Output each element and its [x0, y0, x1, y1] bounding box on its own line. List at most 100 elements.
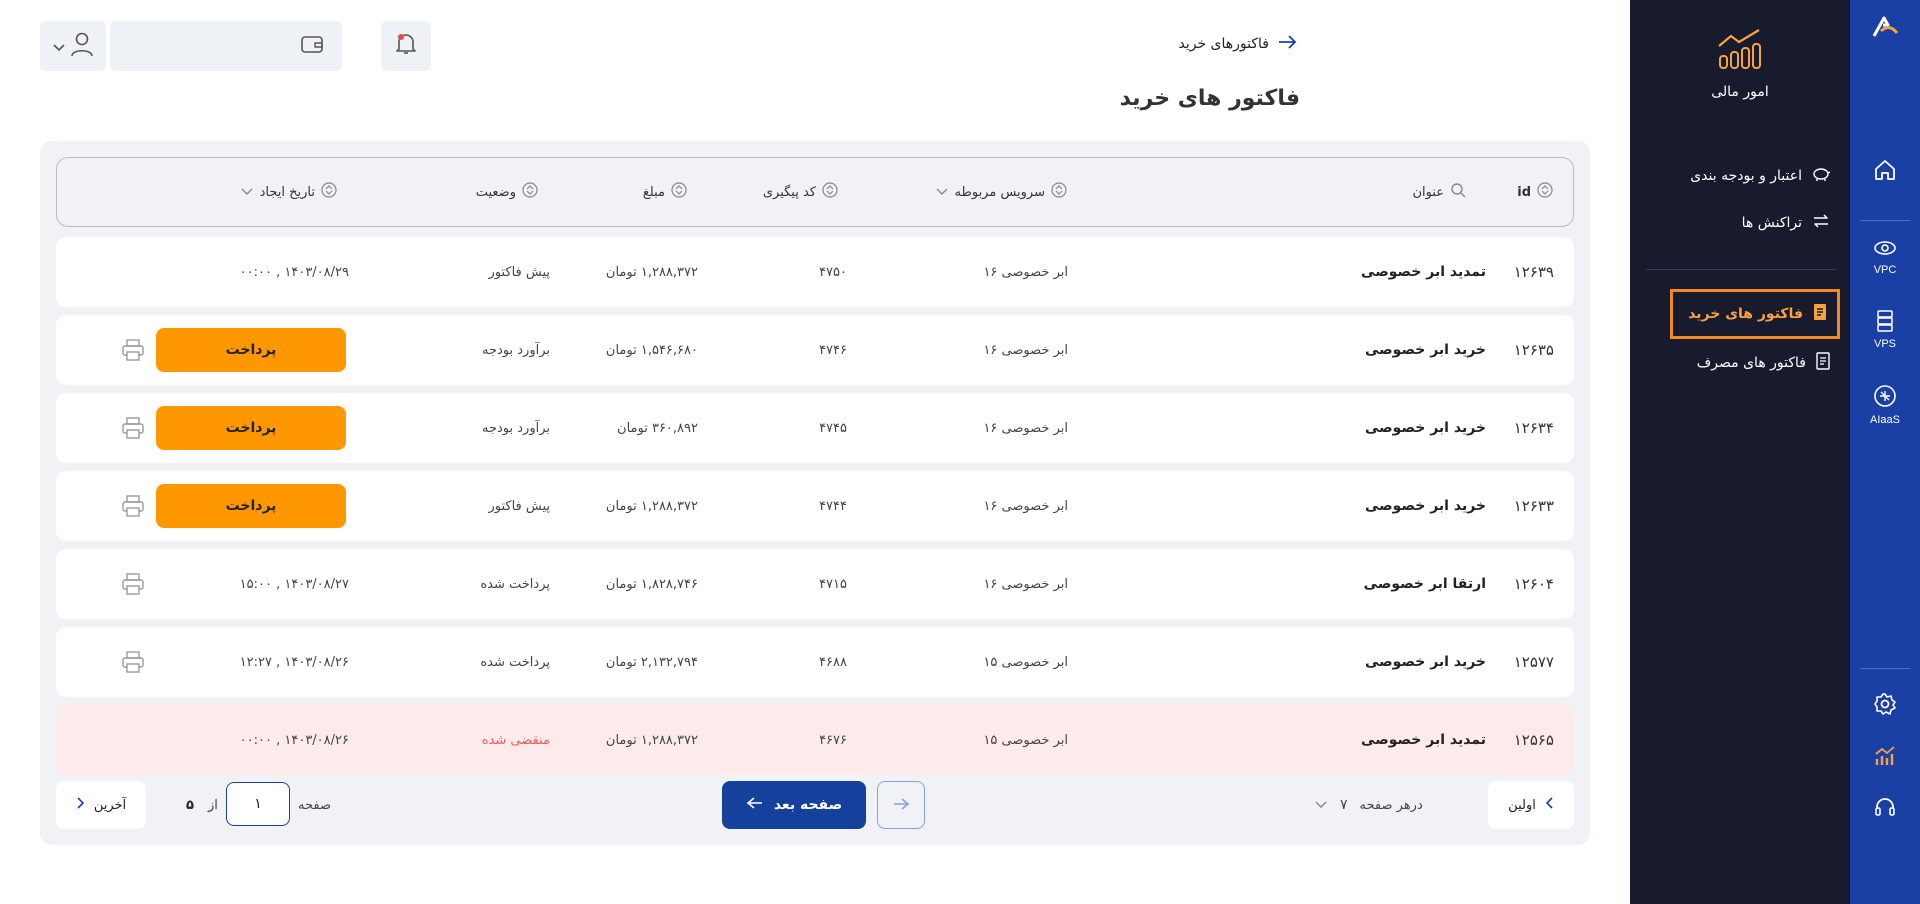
sidebar-item-usage-invoices[interactable]: فاکتور های مصرف [1697, 349, 1830, 377]
sidebar-item-budget[interactable]: اعتبار و بودجه بندی [1690, 162, 1831, 190]
invoice-amount: ۱,۲۸۸,۳۷۲ تومان [605, 264, 698, 280]
invoice-tracking-code: ۴۷۵۰ [819, 264, 847, 280]
table-row[interactable]: ۱۲۶۳۴ خرید ابر خصوصی ابر خصوصی ۱۶ ۴۷۴۵ ۳۶۰,۸… [56, 393, 1574, 463]
column-label: id [1517, 184, 1531, 200]
pay-button[interactable]: پرداخت [156, 484, 346, 528]
rail-settings[interactable] [1850, 692, 1920, 720]
wallet-icon [300, 33, 324, 59]
invoice-tracking-code: ۴۶۸۸ [819, 654, 847, 670]
rail-support[interactable] [1850, 795, 1920, 823]
invoice-created-date: ۱۴۰۳/۰۸/۲۷ , ۱۵:۰۰ [239, 576, 349, 592]
previous-page-button[interactable] [877, 781, 925, 829]
of-label: از [208, 797, 218, 813]
next-page-label: صفحه بعد [773, 797, 843, 813]
print-icon[interactable] [120, 494, 146, 518]
chevron-down-icon [240, 185, 254, 200]
rail-home[interactable] [1850, 158, 1920, 186]
module-name: امور مالی [1711, 84, 1769, 100]
column-header-amount[interactable]: مبلغ [643, 158, 687, 226]
per-page-select[interactable]: درهر صفحه ۷ [1314, 781, 1423, 829]
invoice-created-date: ۱۴۰۳/۰۸/۲۶ , ۱۲:۲۷ [239, 654, 349, 670]
user-menu[interactable] [40, 21, 106, 71]
column-header-service[interactable]: سرویس مربوطه [935, 158, 1067, 226]
invoices-card: id عنوان سرویس مربوطه کد پیگیری مبلغ وضع… [40, 141, 1590, 845]
print-icon[interactable] [120, 572, 146, 596]
wallet-balance[interactable] [110, 21, 342, 71]
column-label: وضعیت [475, 184, 516, 200]
invoice-id: ۱۲۵۷۷ [1513, 653, 1554, 671]
search-icon [1450, 182, 1466, 202]
pay-button[interactable]: پرداخت [156, 328, 346, 372]
column-header-status[interactable]: وضعیت [476, 158, 538, 226]
rail-vpc[interactable]: VPC [1850, 238, 1920, 276]
table-row[interactable]: ۱۲۶۳۹ تمدید ابر خصوصی ابر خصوصی ۱۶ ۴۷۵۰ ۱,۲۸… [56, 237, 1574, 307]
column-label: مبلغ [642, 184, 665, 200]
column-label: سرویس مربوطه [954, 184, 1045, 200]
first-page-button[interactable]: اولین [1488, 781, 1574, 829]
table-row[interactable]: ۱۲۵۷۷ خرید ابر خصوصی ابر خصوصی ۱۵ ۴۶۸۸ ۲,۱۳۲… [56, 627, 1574, 697]
invoice-id: ۱۲۶۳۳ [1513, 497, 1554, 515]
pay-button[interactable]: پرداخت [156, 406, 346, 450]
invoice-title: خرید ابر خصوصی [1364, 498, 1486, 514]
sidebar-item-label: تراکنش ها [1741, 215, 1802, 231]
next-page-button[interactable]: صفحه بعد [722, 781, 866, 829]
invoice-created-date: ۱۴۰۳/۰۸/۲۹ , ۰۰:۰۰ [239, 264, 349, 280]
bell-icon [395, 32, 417, 60]
invoice-status: برآورد بودجه [481, 420, 550, 436]
sidebar-item-purchase-invoices[interactable]: فاکتور های خرید [1670, 289, 1840, 339]
gear-icon [1873, 692, 1897, 720]
invoice-tracking-code: ۴۷۴۴ [819, 498, 847, 514]
rail-aiaas[interactable]: AIaaS [1850, 384, 1920, 426]
breadcrumb[interactable]: فاکتورهای خرید [1178, 34, 1297, 54]
invoice-amount: ۱,۲۸۸,۳۷۲ تومان [605, 732, 698, 748]
notifications-button[interactable] [381, 21, 431, 71]
invoice-status: منقضی شده [481, 732, 550, 748]
invoice-id: ۱۲۶۳۴ [1513, 419, 1554, 437]
rail-finance[interactable] [1850, 744, 1920, 772]
sidebar-item-transactions[interactable]: تراکنش ها [1742, 209, 1830, 237]
user-icon [70, 31, 94, 61]
print-icon[interactable] [120, 650, 146, 674]
finance-chart-icon [1873, 744, 1897, 772]
invoice-icon [1813, 303, 1827, 325]
brand-logo-icon[interactable] [1850, 10, 1920, 44]
invoice-id: ۱۲۶۳۹ [1513, 263, 1554, 281]
column-header-tracking[interactable]: کد پیگیری [763, 158, 838, 226]
column-header-created[interactable]: تاریخ ایجاد [240, 158, 337, 226]
invoice-service: ابر خصوصی ۱۵ [983, 732, 1068, 748]
arrow-left-icon [746, 796, 764, 814]
rail-vpc-label: VPC [1873, 264, 1897, 276]
page-number-input[interactable] [226, 782, 290, 826]
last-page-button[interactable]: آخرین [56, 781, 146, 829]
total-pages: ۵ [186, 797, 194, 813]
table-row[interactable]: ۱۲۶۰۴ ارتقا ابر خصوصی ابر خصوصی ۱۶ ۴۷۱۵ ۱,۸۲… [56, 549, 1574, 619]
invoice-amount: ۳۶۰,۸۹۲ تومان [617, 420, 698, 436]
rail-vps[interactable]: VPS [1850, 310, 1920, 350]
table-row[interactable]: ۱۲۵۶۵ تمدید ابر خصوصی ابر خصوصی ۱۵ ۴۶۷۶ ۱,۲۸… [56, 705, 1574, 775]
invoice-status: پرداخت شده [480, 576, 550, 592]
rail-divider-bottom [1860, 668, 1910, 669]
column-header-id[interactable]: id [1517, 158, 1553, 226]
per-page-label: درهر صفحه [1359, 797, 1423, 813]
arrow-right-icon [1277, 34, 1297, 54]
invoice-amount: ۱,۸۲۸,۷۴۶ تومان [605, 576, 698, 592]
transfer-icon [1812, 213, 1830, 233]
headset-icon [1873, 795, 1897, 823]
print-icon[interactable] [120, 338, 146, 362]
invoice-id: ۱۲۶۳۵ [1513, 341, 1554, 359]
invoice-service: ابر خصوصی ۱۶ [983, 342, 1068, 358]
sort-icon [522, 182, 538, 202]
sort-icon [671, 182, 687, 202]
finance-chart-icon [1717, 28, 1763, 74]
table-row[interactable]: ۱۲۶۳۵ خرید ابر خصوصی ابر خصوصی ۱۶ ۴۷۴۶ ۱,۵۴۶… [56, 315, 1574, 385]
server-icon [1875, 310, 1895, 336]
column-label: تاریخ ایجاد [259, 184, 315, 200]
chevron-down-icon [52, 37, 66, 56]
print-icon[interactable] [120, 416, 146, 440]
invoice-title: تمدید ابر خصوصی [1361, 264, 1486, 280]
table-row[interactable]: ۱۲۶۳۳ خرید ابر خصوصی ابر خصوصی ۱۶ ۴۷۴۴ ۱,۲۸۸… [56, 471, 1574, 541]
arrow-right-icon [892, 796, 910, 815]
page-title: فاکتور های خرید [1119, 86, 1300, 111]
invoice-status: پیش فاکتور [488, 264, 550, 280]
column-header-title[interactable]: عنوان [1412, 158, 1466, 226]
